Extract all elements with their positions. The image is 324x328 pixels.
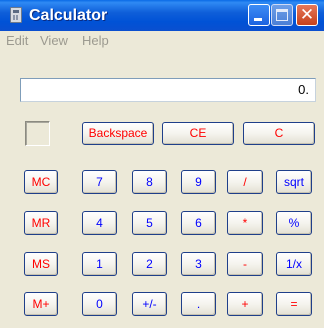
decimal-point-label: . (196, 297, 201, 311)
sign-toggle-button[interactable]: +/- (132, 292, 167, 316)
minimize-icon (254, 18, 262, 21)
digit-8-label: 8 (146, 175, 153, 189)
digit-6-label: 6 (195, 216, 202, 230)
window-title: Calculator (29, 7, 108, 24)
digit-9-button[interactable]: 9 (181, 170, 216, 194)
digit-2-button[interactable]: 2 (132, 252, 167, 276)
divide-button[interactable]: / (227, 170, 263, 194)
memory-clear-button[interactable]: MC (24, 170, 58, 194)
memory-add-label: M+ (32, 297, 50, 311)
result-display: 0. (20, 78, 316, 102)
equals-button[interactable]: = (276, 292, 312, 316)
digit-2-label: 2 (146, 257, 153, 271)
memory-store-label: MS (32, 257, 50, 271)
percent-label: % (288, 216, 300, 230)
multiply-button[interactable]: * (227, 211, 263, 235)
sqrt-label: sqrt (283, 175, 304, 189)
memory-indicator (25, 121, 50, 146)
title-bar[interactable]: Calculator ✕ (0, 0, 324, 31)
clear-button[interactable]: C (243, 122, 315, 145)
backspace-label: Backspace (88, 126, 148, 140)
digit-3-label: 3 (195, 257, 202, 271)
minimize-button[interactable] (248, 4, 270, 26)
percent-button[interactable]: % (276, 211, 312, 235)
add-label: + (241, 297, 249, 311)
digit-1-label: 1 (96, 257, 103, 271)
digit-9-label: 9 (195, 175, 202, 189)
subtract-button[interactable]: - (227, 252, 263, 276)
clear-label: C (274, 126, 284, 140)
equals-label: = (290, 297, 298, 311)
clear-entry-label: CE (189, 126, 207, 140)
memory-recall-label: MR (31, 216, 51, 230)
menu-help[interactable]: Help (82, 33, 109, 48)
memory-clear-label: MC (31, 175, 51, 189)
decimal-point-button[interactable]: . (181, 292, 216, 316)
memory-store-button[interactable]: MS (24, 252, 58, 276)
backspace-button[interactable]: Backspace (82, 122, 154, 145)
close-button[interactable]: ✕ (296, 4, 318, 26)
digit-8-button[interactable]: 8 (132, 170, 167, 194)
reciprocal-label: 1/x (285, 257, 302, 271)
subtract-label: - (243, 257, 247, 271)
clear-entry-button[interactable]: CE (162, 122, 234, 145)
digit-5-button[interactable]: 5 (132, 211, 167, 235)
sqrt-button[interactable]: sqrt (276, 170, 312, 194)
memory-recall-button[interactable]: MR (24, 211, 58, 235)
calculator-window: Calculator ✕ Edit View Help 0. Backspace… (0, 0, 324, 328)
digit-0-label: 0 (96, 297, 103, 311)
digit-3-button[interactable]: 3 (181, 252, 216, 276)
divide-label: / (243, 175, 247, 189)
close-icon: ✕ (299, 5, 315, 25)
digit-7-label: 7 (96, 175, 103, 189)
add-button[interactable]: + (227, 292, 263, 316)
calculator-icon (10, 7, 22, 23)
menu-bar: Edit View Help (0, 31, 324, 51)
digit-5-label: 5 (146, 216, 153, 230)
digit-0-button[interactable]: 0 (82, 292, 117, 316)
sign-toggle-label: +/- (142, 297, 157, 311)
digit-7-button[interactable]: 7 (82, 170, 117, 194)
menu-edit[interactable]: Edit (6, 33, 28, 48)
digit-4-label: 4 (96, 216, 103, 230)
maximize-button (271, 4, 293, 26)
digit-4-button[interactable]: 4 (82, 211, 117, 235)
reciprocal-button[interactable]: 1/x (276, 252, 312, 276)
digit-6-button[interactable]: 6 (181, 211, 216, 235)
maximize-icon (276, 9, 288, 21)
multiply-label: * (242, 216, 248, 230)
digit-1-button[interactable]: 1 (82, 252, 117, 276)
memory-add-button[interactable]: M+ (24, 292, 58, 316)
menu-view[interactable]: View (40, 33, 68, 48)
